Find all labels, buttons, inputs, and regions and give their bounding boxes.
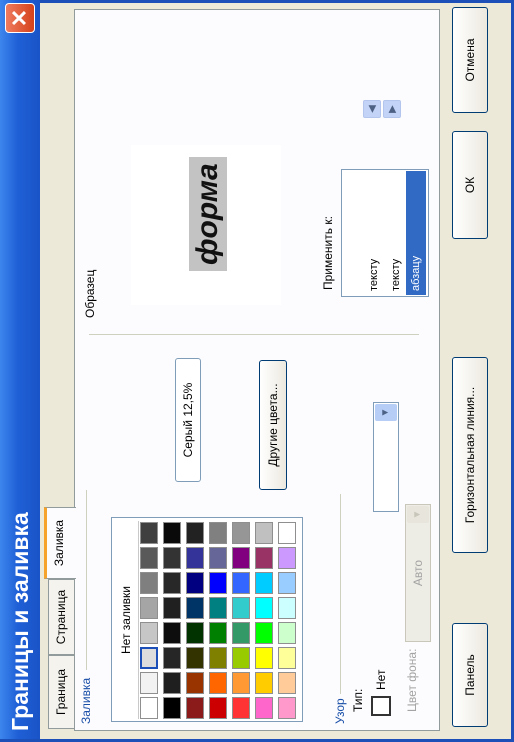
more-colors-button[interactable]: Другие цвета...: [259, 360, 287, 490]
title-bar[interactable]: Границы и заливка ✕: [0, 0, 40, 739]
palette-color-swatch[interactable]: [140, 672, 158, 694]
pattern-swatch: [371, 696, 391, 716]
window-title: Границы и заливка: [7, 512, 33, 731]
palette-color-swatch[interactable]: [140, 597, 158, 619]
palette-color-swatch[interactable]: [186, 597, 204, 619]
preview-group-label: Образец: [83, 269, 97, 318]
palette-color-swatch[interactable]: [232, 572, 250, 594]
palette-color-swatch[interactable]: [186, 522, 204, 544]
palette-color-swatch[interactable]: [186, 622, 204, 644]
palette-color-swatch[interactable]: [232, 547, 250, 569]
pattern-type-label: Тип:: [351, 688, 365, 712]
palette-color-swatch[interactable]: [209, 622, 227, 644]
palette-color-swatch[interactable]: [209, 597, 227, 619]
palette-color-swatch[interactable]: [209, 672, 227, 694]
fill-group-label: Заливка: [79, 677, 93, 724]
fill-group-divider: [86, 490, 87, 670]
palette-color-swatch[interactable]: [232, 647, 250, 669]
palette-color-swatch[interactable]: [278, 672, 296, 694]
palette-color-swatch[interactable]: [140, 697, 158, 719]
close-icon[interactable]: ✕: [5, 3, 35, 33]
preview-sample-text: форма: [189, 157, 227, 271]
palette-color-swatch[interactable]: [140, 572, 158, 594]
tab-border[interactable]: Граница: [48, 655, 74, 729]
palette-color-swatch[interactable]: [140, 522, 158, 544]
palette-color-swatch[interactable]: [163, 547, 181, 569]
palette-color-swatch[interactable]: [209, 547, 227, 569]
palette-color-swatch[interactable]: [255, 572, 273, 594]
palette-color-swatch[interactable]: [186, 572, 204, 594]
palette-color-swatch[interactable]: [186, 697, 204, 719]
palette-color-swatch[interactable]: [163, 647, 181, 669]
palette-color-swatch[interactable]: [232, 672, 250, 694]
palette-color-swatch[interactable]: [186, 672, 204, 694]
palette-color-swatch[interactable]: [163, 697, 181, 719]
background-color-value: Авто: [411, 559, 425, 587]
no-fill-option[interactable]: Нет заливки: [114, 521, 139, 719]
palette-color-swatch[interactable]: [163, 622, 181, 644]
chevron-down-icon: ▼: [407, 506, 429, 523]
palette-color-swatch[interactable]: [255, 522, 273, 544]
palette-color-swatch[interactable]: [232, 522, 250, 544]
palette-color-swatch[interactable]: [140, 647, 158, 669]
palette-color-swatch[interactable]: [163, 572, 181, 594]
pattern-group-label: Узор: [333, 698, 347, 724]
palette-color-swatch[interactable]: [209, 697, 227, 719]
palette-color-swatch[interactable]: [278, 622, 296, 644]
palette-color-swatch[interactable]: [209, 647, 227, 669]
palette-color-swatch[interactable]: [278, 647, 296, 669]
apply-to-item[interactable]: тексту: [364, 171, 384, 295]
apply-to-list[interactable]: тексту тексту абзацу: [341, 169, 429, 297]
palette-color-swatch[interactable]: [140, 547, 158, 569]
palette-color-swatch[interactable]: [278, 572, 296, 594]
palette-color-swatch[interactable]: [278, 697, 296, 719]
palette-color-swatch[interactable]: [255, 697, 273, 719]
palette-color-swatch[interactable]: [232, 597, 250, 619]
palette-color-swatch[interactable]: [255, 597, 273, 619]
palette-color-swatch[interactable]: [278, 522, 296, 544]
apply-to-item[interactable]: тексту: [386, 171, 406, 295]
palette-color-swatch[interactable]: [186, 647, 204, 669]
tab-fill[interactable]: Заливка: [44, 507, 76, 579]
palette-color-swatch[interactable]: [232, 622, 250, 644]
ok-button[interactable]: ОК: [452, 131, 488, 239]
apply-to-item-selected[interactable]: абзацу: [406, 171, 426, 295]
background-color-select[interactable]: Авто ▼: [405, 504, 431, 642]
palette-color-swatch[interactable]: [255, 622, 273, 644]
preview-divider: [89, 334, 419, 335]
color-palette: Нет заливки: [111, 517, 303, 722]
palette-color-swatch[interactable]: [163, 672, 181, 694]
pattern-group-divider: [340, 494, 341, 694]
palette-color-swatch[interactable]: [186, 547, 204, 569]
palette-color-swatch[interactable]: [163, 597, 181, 619]
palette-color-swatch[interactable]: [278, 597, 296, 619]
palette-color-swatch[interactable]: [278, 547, 296, 569]
cancel-button[interactable]: Отмена: [452, 7, 488, 113]
borders-and-shading-dialog: Границы и заливка ✕ Граница Страница Зал…: [0, 0, 514, 742]
preview-area: форма: [131, 145, 281, 305]
palette-color-swatch[interactable]: [209, 522, 227, 544]
scroll-down-icon[interactable]: ▶: [383, 100, 401, 118]
scroll-up-icon[interactable]: ◀: [363, 100, 381, 118]
pattern-type-caption: Нет: [374, 669, 388, 690]
toolbar-button[interactable]: Панель: [452, 623, 488, 727]
palette-color-swatch[interactable]: [209, 572, 227, 594]
pattern-type-select[interactable]: ▼: [373, 402, 399, 512]
palette-color-swatch[interactable]: [255, 547, 273, 569]
chevron-down-icon: ▼: [375, 404, 397, 421]
horizontal-line-button[interactable]: Горизонтальная линия...: [452, 357, 488, 553]
palette-color-swatch[interactable]: [255, 672, 273, 694]
background-color-label: Цвет фона:: [405, 648, 419, 712]
selected-color-name: Серый 12,5%: [175, 358, 201, 482]
tab-page[interactable]: Страница: [48, 579, 74, 655]
palette-color-swatch[interactable]: [163, 522, 181, 544]
palette-color-swatch[interactable]: [255, 647, 273, 669]
palette-color-swatch[interactable]: [140, 622, 158, 644]
tab-panel-fill: Заливка Нет заливки Серый 12,5% Другие ц…: [74, 9, 440, 731]
palette-color-swatch[interactable]: [232, 697, 250, 719]
apply-to-label: Применить к:: [321, 216, 335, 290]
